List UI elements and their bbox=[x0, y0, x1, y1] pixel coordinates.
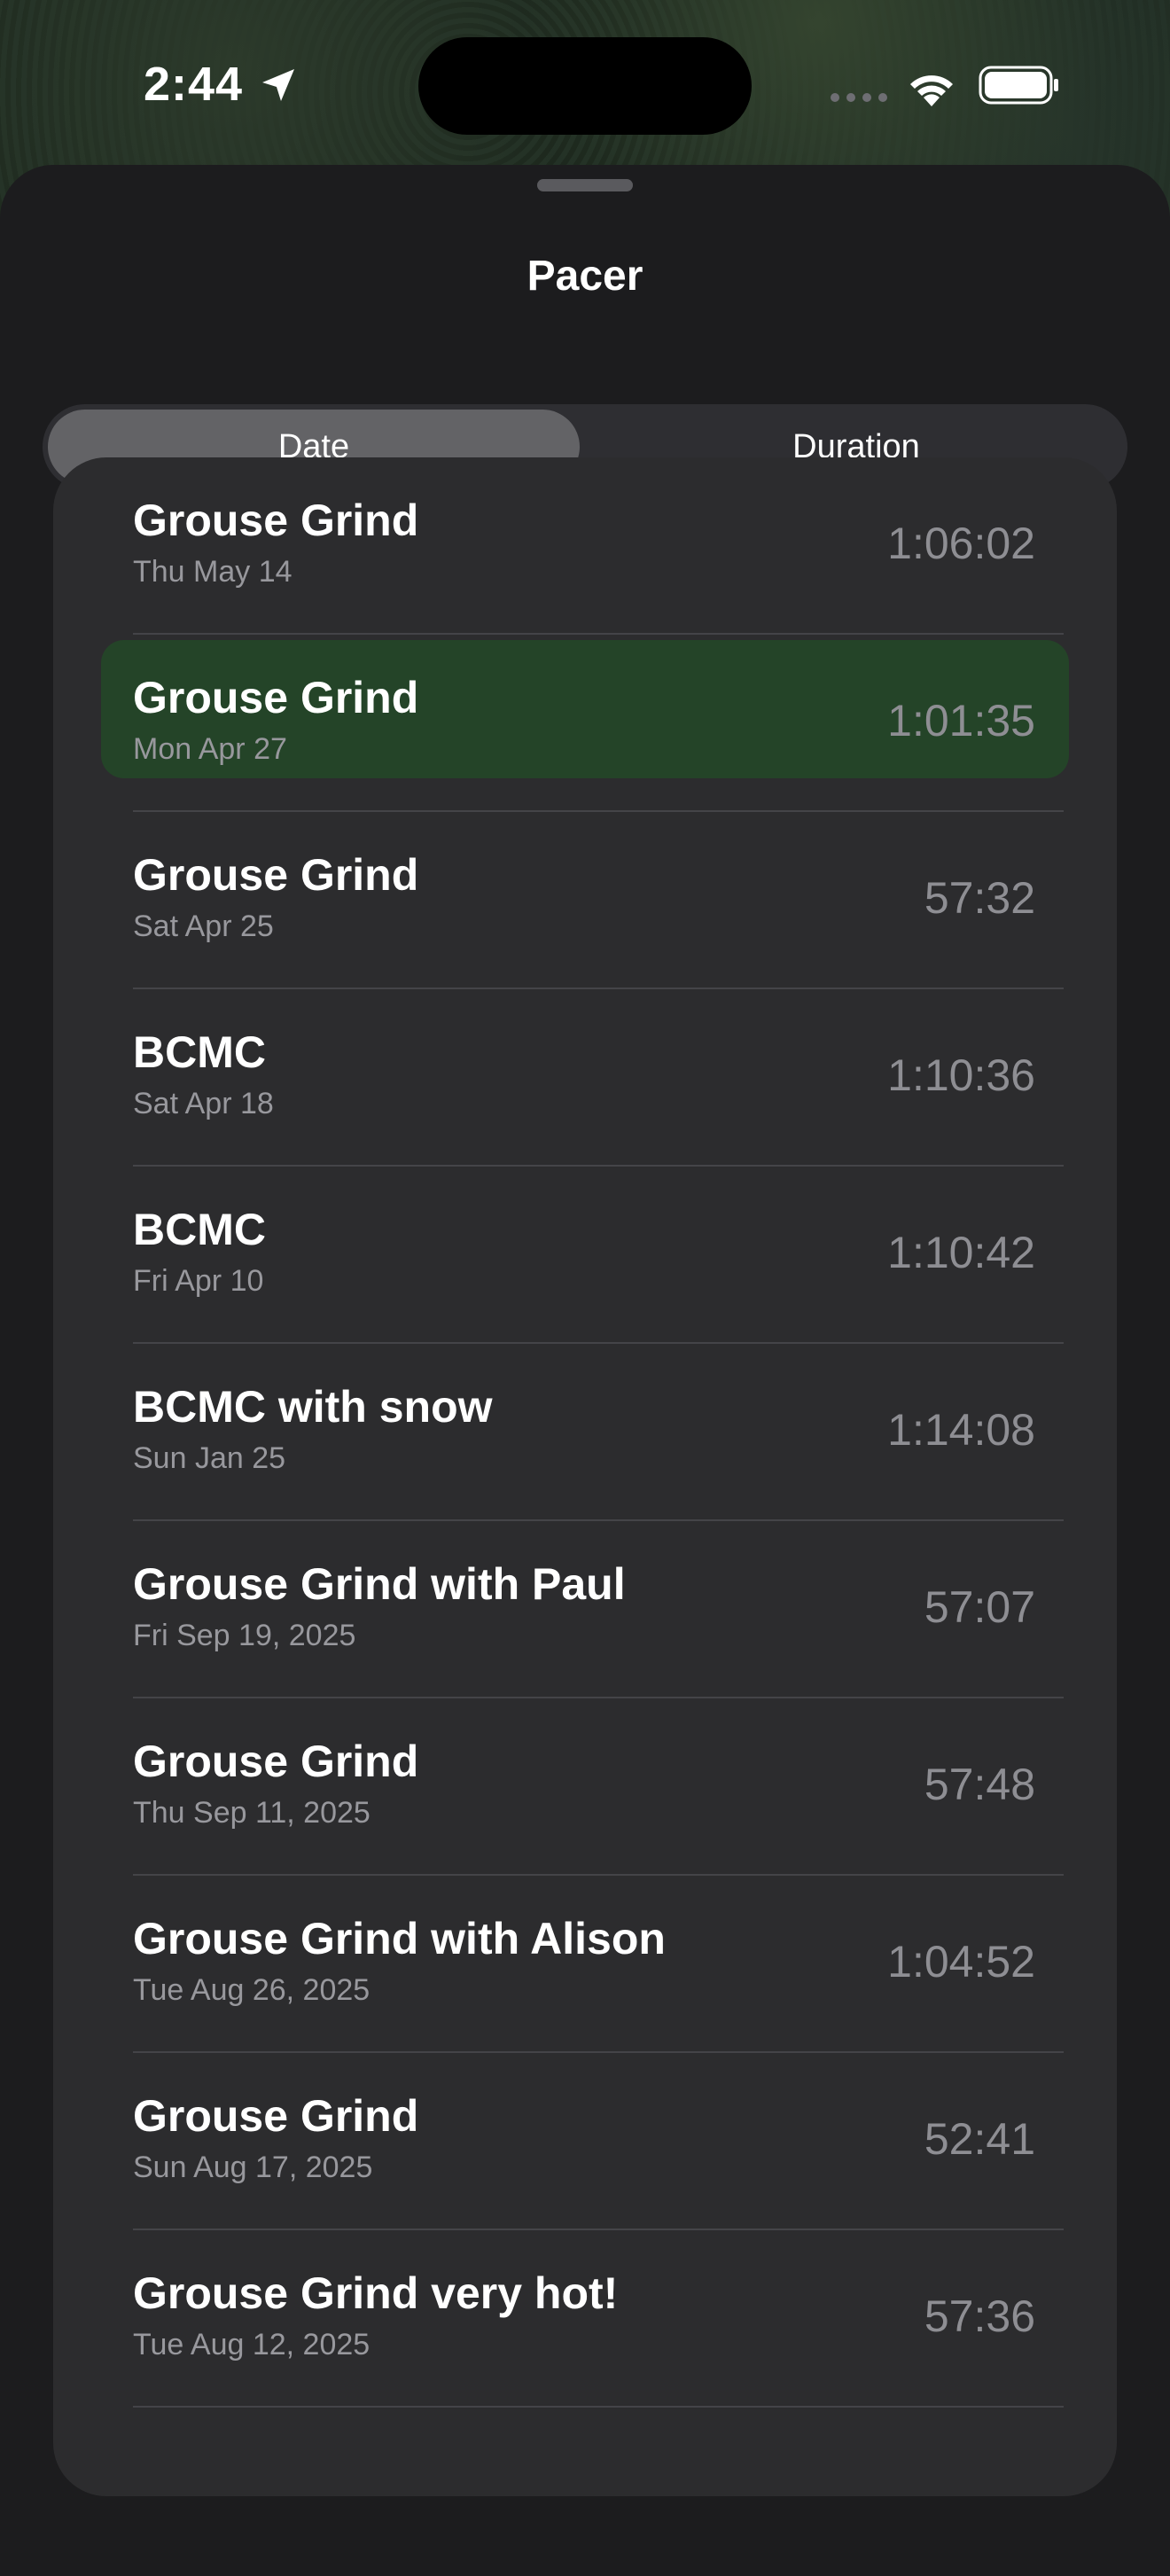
list-item[interactable]: BCMC Fri Apr 10 1:10:42 bbox=[53, 1167, 1117, 1344]
workout-date: Sun Aug 17, 2025 bbox=[133, 2151, 373, 2184]
workout-duration: 1:06:02 bbox=[887, 519, 1035, 568]
workout-date: Thu Sep 11, 2025 bbox=[133, 1796, 370, 1830]
workout-name: Grouse Grind bbox=[133, 1737, 419, 1786]
wifi-icon bbox=[910, 75, 953, 106]
workout-date: Thu May 14 bbox=[133, 555, 292, 589]
workout-duration: 52:41 bbox=[924, 2114, 1035, 2164]
workout-date: Sat Apr 25 bbox=[133, 909, 274, 943]
list-item[interactable]: Grouse Grind Mon Apr 27 1:01:35 bbox=[53, 635, 1117, 812]
status-time: 2:44 bbox=[144, 58, 244, 111]
workout-duration: 57:36 bbox=[924, 2291, 1035, 2341]
workout-name: Grouse Grind bbox=[133, 850, 419, 900]
workout-list: Grouse Grind Thu May 14 1:06:02 Grouse G… bbox=[53, 457, 1117, 2496]
workout-duration: 57:48 bbox=[924, 1760, 1035, 1809]
workout-date: Tue Aug 26, 2025 bbox=[133, 1973, 370, 2007]
workout-duration: 57:07 bbox=[924, 1582, 1035, 1632]
workout-date: Fri Apr 10 bbox=[133, 1264, 264, 1298]
signal-dots-icon bbox=[831, 93, 887, 102]
workout-duration: 1:10:42 bbox=[887, 1228, 1035, 1277]
workout-duration: 1:10:36 bbox=[887, 1050, 1035, 1100]
dynamic-island bbox=[418, 37, 752, 135]
workout-duration: 1:01:35 bbox=[887, 696, 1035, 745]
workout-name: BCMC bbox=[133, 1205, 266, 1254]
workout-name: Grouse Grind bbox=[133, 673, 419, 722]
location-arrow-icon bbox=[262, 69, 294, 101]
workout-name: Grouse Grind bbox=[133, 496, 419, 545]
list-item[interactable]: BCMC with snow Sun Jan 25 1:14:08 bbox=[53, 1344, 1117, 1521]
list-item[interactable]: Grouse Grind very hot! Tue Aug 12, 2025 … bbox=[53, 2230, 1117, 2408]
list-item[interactable]: Grouse Grind with Alison Tue Aug 26, 202… bbox=[53, 1876, 1117, 2053]
workout-duration: 1:14:08 bbox=[887, 1405, 1035, 1455]
workout-name: BCMC with snow bbox=[133, 1382, 493, 1432]
row-divider bbox=[133, 2406, 1064, 2408]
page-title: Pacer bbox=[526, 253, 644, 300]
list-item[interactable]: Grouse Grind with Paul Fri Sep 19, 2025 … bbox=[53, 1521, 1117, 1698]
workout-date: Sat Apr 18 bbox=[133, 1087, 274, 1120]
list-item[interactable]: Grouse Grind Thu May 14 1:06:02 bbox=[53, 457, 1117, 635]
workout-name: Grouse Grind very hot! bbox=[133, 2268, 619, 2318]
battery-icon bbox=[979, 66, 1058, 105]
workout-date: Fri Sep 19, 2025 bbox=[133, 1619, 356, 1652]
workout-date: Tue Aug 12, 2025 bbox=[133, 2328, 370, 2361]
sheet-grabber[interactable] bbox=[537, 179, 633, 191]
workout-name: Grouse Grind bbox=[133, 2091, 419, 2141]
list-item[interactable]: Grouse Grind Thu Sep 11, 2025 57:48 bbox=[53, 1698, 1117, 1876]
workout-duration: 1:04:52 bbox=[887, 1937, 1035, 1987]
workout-name: Grouse Grind with Paul bbox=[133, 1559, 626, 1609]
workout-name: BCMC bbox=[133, 1027, 266, 1077]
list-item[interactable]: Grouse Grind Sat Apr 25 57:32 bbox=[53, 812, 1117, 989]
list-item[interactable]: Grouse Grind Sun Aug 17, 2025 52:41 bbox=[53, 2053, 1117, 2230]
workout-duration: 57:32 bbox=[924, 873, 1035, 923]
workout-name: Grouse Grind with Alison bbox=[133, 1914, 666, 1963]
status-bar: 2:44 bbox=[0, 0, 1170, 168]
list-item[interactable]: BCMC Sat Apr 18 1:10:36 bbox=[53, 989, 1117, 1167]
workout-date: Mon Apr 27 bbox=[133, 732, 287, 766]
workout-date: Sun Jan 25 bbox=[133, 1441, 286, 1475]
